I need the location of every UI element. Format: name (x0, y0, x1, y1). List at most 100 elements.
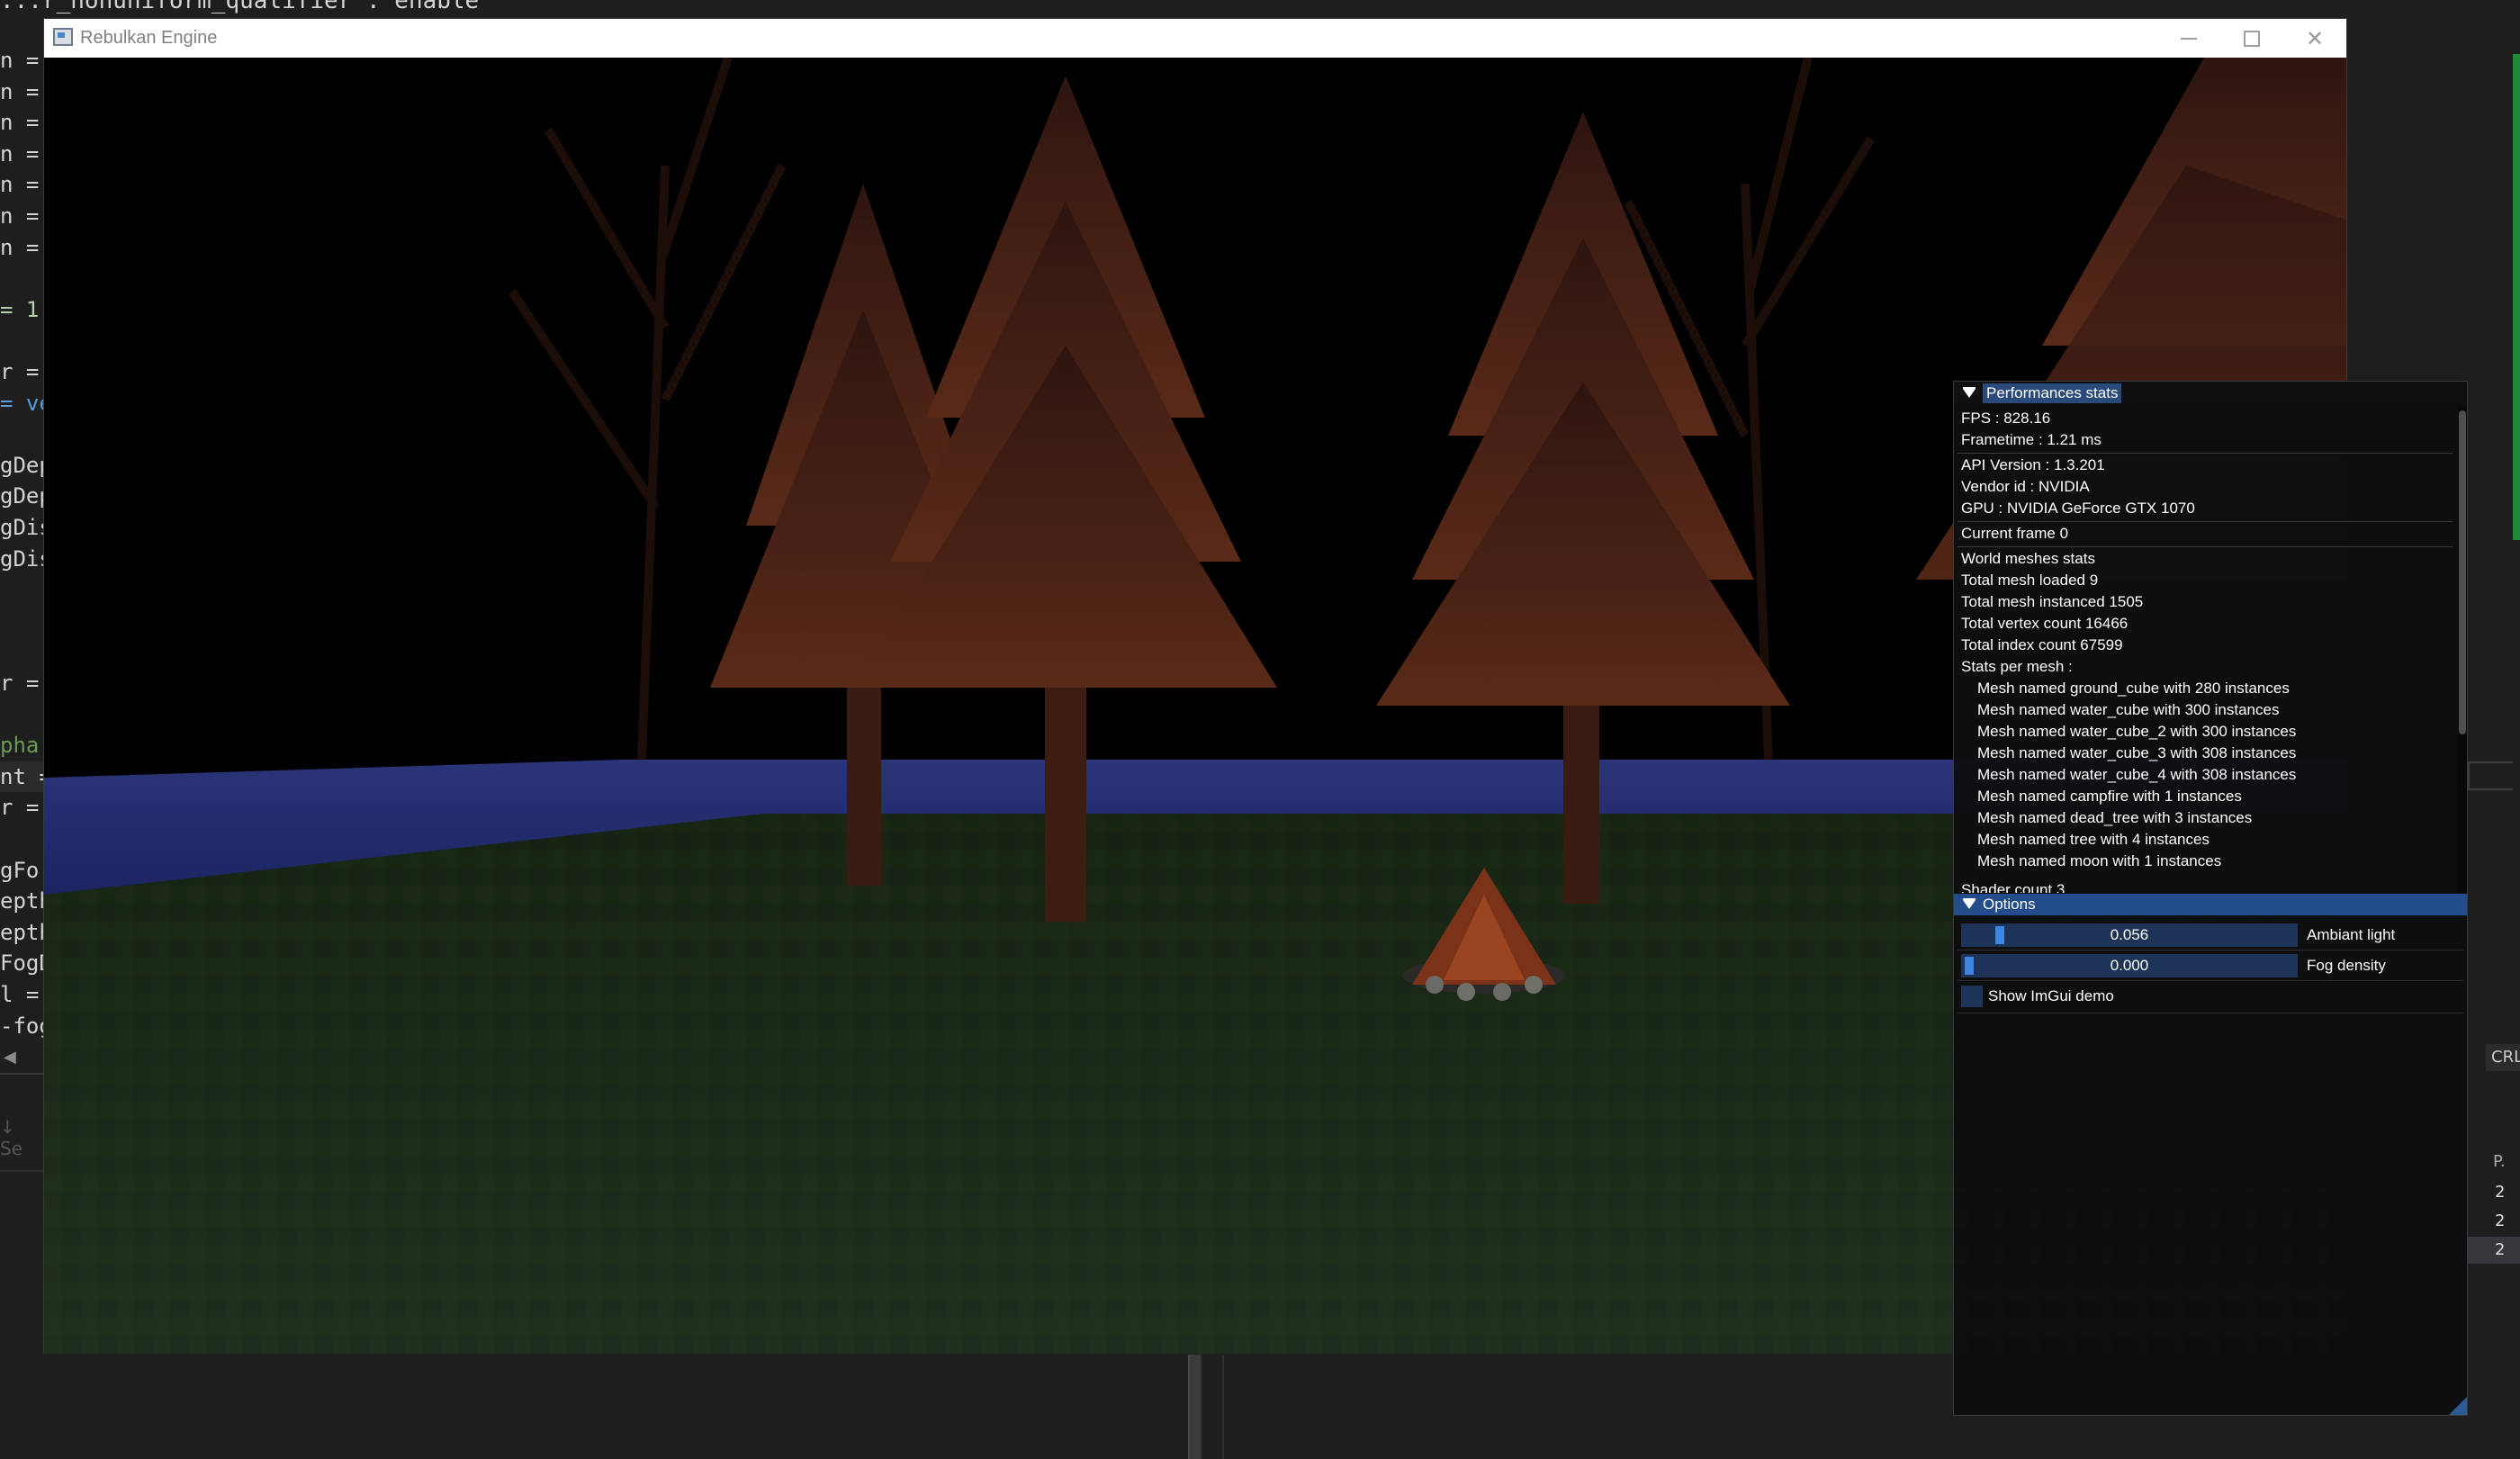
performance-stats-header[interactable]: Performances stats (1954, 383, 2467, 404)
editor-top-line: ...r_nonuniform_qualifier : enable (0, 0, 480, 14)
maximize-icon (2244, 30, 2260, 47)
total-vertex-count: Total vertex count 16466 (1961, 615, 2128, 632)
code-line[interactable] (0, 606, 43, 636)
editor-scroll-left-icon[interactable]: ◀ (0, 1046, 43, 1069)
code-line[interactable]: r = (0, 792, 43, 823)
code-line[interactable]: n = (0, 201, 43, 231)
code-line[interactable]: = 1 (0, 294, 43, 325)
separator (1958, 521, 2452, 522)
editor-right-scroll-icon[interactable] (2468, 1044, 2486, 1071)
editor-split-line (1222, 1355, 1224, 1459)
minimize-button[interactable] (2157, 19, 2220, 58)
options-title: Options (1983, 896, 2036, 913)
code-line[interactable]: epth (0, 886, 43, 916)
ambient-light-label: Ambiant light (2307, 926, 2396, 943)
editor-split-handle[interactable] (1188, 1355, 1202, 1459)
fog-density-slider[interactable]: 0.000 (1961, 954, 2298, 977)
stats-per-mesh-title: Stats per mesh : (1961, 658, 2073, 675)
code-line[interactable] (0, 574, 43, 605)
separator (1958, 980, 2463, 981)
code-line[interactable]: FogD (0, 948, 43, 978)
code-line[interactable]: gDis (0, 544, 43, 574)
shader-count-text: Shader count 3 (1961, 881, 2066, 893)
performance-stats-content: FPS : 828.16 Frametime : 1.21 ms API Ver… (1954, 405, 2456, 893)
code-line[interactable]: epth (0, 917, 43, 948)
code-line[interactable]: n = (0, 77, 43, 107)
editor-panel-divider (0, 1073, 43, 1075)
code-line[interactable]: r = (0, 668, 43, 698)
mesh-stat-item: Mesh named ground_cube with 280 instance… (1977, 680, 2290, 697)
editor-panel-divider (0, 1170, 43, 1172)
code-line[interactable]: gDep (0, 450, 43, 481)
close-button[interactable]: ✕ (2283, 19, 2346, 58)
stats-scrollbar-thumb[interactable] (2459, 410, 2466, 734)
total-mesh-loaded: Total mesh loaded 9 (1961, 572, 2099, 589)
window-title: Rebulkan Engine (80, 28, 218, 48)
code-line[interactable]: n = (0, 232, 43, 263)
maximize-button[interactable] (2220, 19, 2283, 58)
code-line[interactable]: pha (0, 730, 43, 761)
minimize-icon (2181, 37, 2197, 40)
mesh-stat-item: Mesh named water_cube_2 with 300 instanc… (1977, 723, 2297, 740)
list-item[interactable]: 2 (2468, 1208, 2520, 1235)
editor-panel-search-label[interactable]: ↓ Se (0, 1116, 43, 1159)
code-line[interactable]: l = (0, 979, 43, 1010)
imgui-panel[interactable]: Performances stats FPS : 828.16 Frametim… (1953, 381, 2468, 1416)
list-item[interactable]: 2 (2468, 1179, 2520, 1206)
code-line[interactable]: r = (0, 356, 43, 387)
code-line[interactable] (0, 824, 43, 854)
gpu-text: GPU : NVIDIA GeForce GTX 1070 (1961, 500, 2195, 517)
code-line[interactable]: n = (0, 107, 43, 138)
fps-text: FPS : 828.16 (1961, 410, 2051, 427)
mesh-stat-item: Mesh named moon with 1 instances (1977, 852, 2222, 869)
editor-change-gutter (2513, 54, 2520, 540)
code-line[interactable]: nt = (0, 761, 43, 792)
ambient-light-slider[interactable]: 0.056 (1961, 923, 2298, 947)
line-ending-indicator[interactable]: CRLF (2486, 1044, 2520, 1071)
code-line[interactable]: n = (0, 169, 43, 200)
current-frame-text: Current frame 0 (1961, 525, 2069, 542)
code-line[interactable] (0, 419, 43, 449)
code-line[interactable]: n = (0, 139, 43, 169)
code-line[interactable]: n = (0, 45, 43, 76)
mesh-stat-item: Mesh named campfire with 1 instances (1977, 788, 2242, 805)
code-line[interactable]: -fog (0, 1011, 43, 1041)
list-column-header: P. (2493, 1152, 2506, 1171)
code-line[interactable]: gDis (0, 512, 43, 543)
mesh-stat-item: Mesh named water_cube with 300 instances (1977, 701, 2280, 718)
ambient-light-value: 0.056 (2110, 926, 2149, 943)
code-line[interactable]: gFo (0, 855, 43, 886)
vendor-text: Vendor id : NVIDIA (1961, 478, 2090, 495)
mesh-stat-item: Mesh named water_cube_4 with 308 instanc… (1977, 766, 2297, 783)
stats-scrollbar[interactable] (2458, 407, 2467, 893)
show-imgui-demo-checkbox[interactable] (1961, 986, 1983, 1007)
total-mesh-instanced: Total mesh instanced 1505 (1961, 593, 2144, 610)
separator (1958, 546, 2452, 547)
total-index-count: Total index count 67599 (1961, 636, 2123, 653)
code-line[interactable] (0, 263, 43, 293)
fog-density-label: Fog density (2307, 957, 2386, 974)
collapse-arrow-icon[interactable] (1963, 898, 1976, 911)
mesh-stat-item: Mesh named dead_tree with 3 instances (1977, 809, 2253, 826)
options-header[interactable]: Options (1954, 894, 2467, 915)
performance-stats-title: Performances stats (1983, 383, 2122, 403)
show-imgui-demo-label[interactable]: Show ImGui demo (1988, 986, 2114, 1007)
editor-side-input[interactable] (2468, 761, 2513, 790)
world-meshes-title: World meshes stats (1961, 550, 2095, 567)
app-icon (53, 28, 73, 46)
fog-density-value: 0.000 (2110, 957, 2149, 974)
collapse-arrow-icon[interactable] (1963, 387, 1976, 400)
close-icon: ✕ (2305, 25, 2325, 51)
mesh-stat-item: Mesh named water_cube_3 with 308 instanc… (1977, 744, 2297, 761)
code-line[interactable] (0, 699, 43, 730)
list-item-selected[interactable]: 2 (2468, 1237, 2520, 1264)
frametime-text: Frametime : 1.21 ms (1961, 431, 2102, 448)
resize-grip-icon[interactable] (2449, 1397, 2467, 1415)
code-line[interactable] (0, 636, 43, 667)
window-titlebar[interactable]: Rebulkan Engine ✕ (44, 19, 2346, 58)
code-line[interactable]: = ve (0, 388, 43, 419)
code-line[interactable] (0, 325, 43, 356)
code-line[interactable]: gDep (0, 481, 43, 511)
separator (1958, 453, 2452, 454)
api-version-text: API Version : 1.3.201 (1961, 456, 2105, 473)
